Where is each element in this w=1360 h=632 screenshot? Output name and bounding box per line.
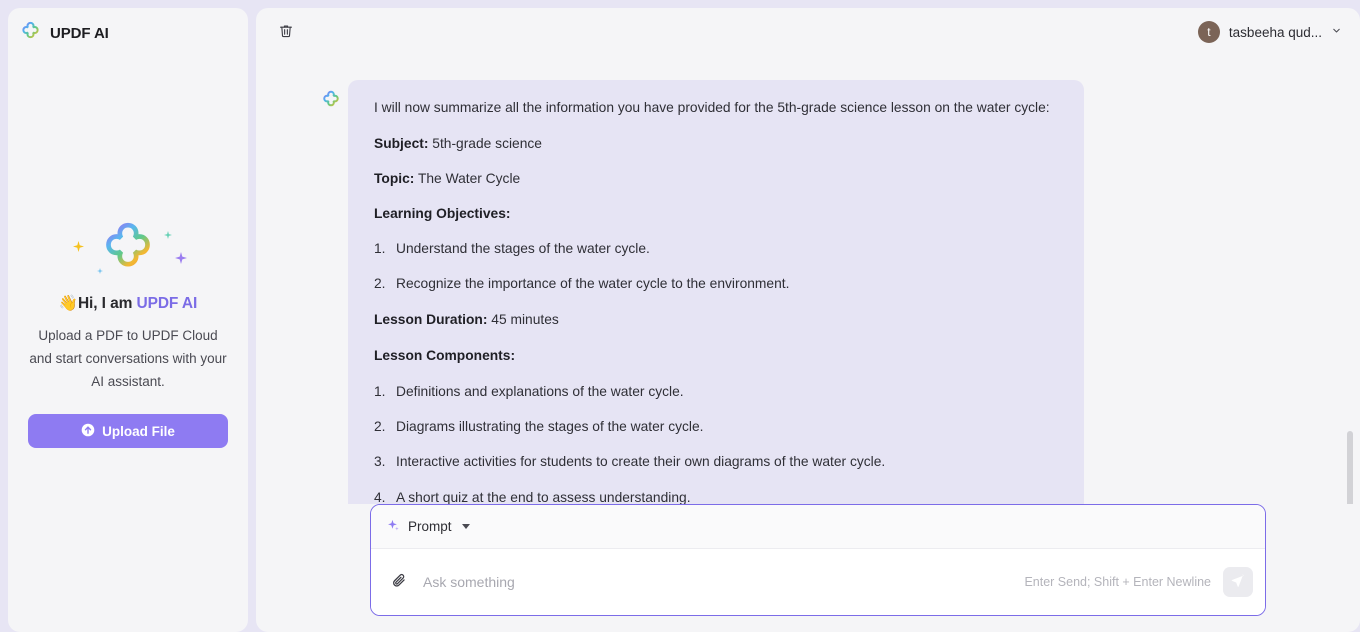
list-item: 1. Definitions and explanations of the w… bbox=[374, 382, 1058, 401]
updf-clover-logo-icon bbox=[21, 21, 40, 45]
objectives-label: Learning Objectives: bbox=[374, 206, 511, 221]
attach-file-button[interactable] bbox=[387, 570, 411, 594]
list-item-number: 2. bbox=[374, 418, 386, 434]
list-item-number: 1. bbox=[374, 383, 386, 399]
sparkle-icon bbox=[175, 251, 187, 269]
objectives-heading: Learning Objectives: bbox=[374, 204, 1058, 223]
list-item: 3. Interactive activities for students t… bbox=[374, 452, 1058, 471]
list-item-number: 4. bbox=[374, 489, 386, 504]
topic-label: Topic: bbox=[374, 171, 415, 186]
updf-clover-logo-icon bbox=[322, 90, 340, 113]
subject-line: Subject: 5th-grade science bbox=[374, 134, 1058, 153]
sidebar-description: Upload a PDF to UPDF Cloud and start con… bbox=[29, 328, 227, 389]
scrollbar-thumb[interactable] bbox=[1347, 431, 1353, 504]
composer-input-row: Enter Send; Shift + Enter Newline bbox=[371, 549, 1265, 615]
duration-value: 45 minutes bbox=[487, 311, 559, 327]
chevron-down-icon bbox=[461, 524, 470, 529]
topic-value: The Water Cycle bbox=[414, 171, 521, 186]
list-item-text: Interactive activities for students to c… bbox=[396, 454, 886, 470]
paperclip-icon bbox=[391, 572, 408, 592]
composer-area: Prompt Enter Send; Shift + Enter Newline bbox=[256, 504, 1360, 632]
greeting: 👋Hi, I am UPDF AI bbox=[22, 294, 234, 313]
list-item-number: 1. bbox=[374, 241, 386, 256]
message-intro: I will now summarize all the information… bbox=[374, 100, 1050, 115]
conversation-scroll-area[interactable]: I will now summarize all the information… bbox=[256, 56, 1360, 504]
list-item: 2. Recognize the importance of the water… bbox=[374, 274, 1058, 293]
list-item: 2. Diagrams illustrating the stages of t… bbox=[374, 417, 1058, 436]
updf-clover-logo-large-icon bbox=[102, 220, 154, 277]
assistant-message: I will now summarize all the information… bbox=[256, 80, 1084, 504]
user-menu-button[interactable]: t tasbeeha qud... bbox=[1196, 19, 1346, 45]
upload-file-label: Upload File bbox=[102, 423, 175, 439]
wave-emoji-icon: 👋 bbox=[58, 295, 78, 312]
brand-title: UPDF AI bbox=[50, 24, 109, 42]
brand: UPDF AI bbox=[8, 8, 248, 45]
hero-logo-group bbox=[63, 220, 193, 282]
lesson-components-list: 1. Definitions and explanations of the w… bbox=[374, 382, 1058, 504]
composer: Prompt Enter Send; Shift + Enter Newline bbox=[370, 504, 1266, 616]
send-paper-plane-icon bbox=[1230, 573, 1246, 592]
upload-file-button[interactable]: Upload File bbox=[28, 414, 228, 448]
greeting-brand: UPDF AI bbox=[136, 295, 198, 312]
avatar: t bbox=[1197, 21, 1220, 43]
sidebar-empty-state: 👋Hi, I am UPDF AI Upload a PDF to UPDF C… bbox=[8, 220, 248, 393]
duration-label: Lesson Duration: bbox=[374, 311, 488, 327]
lesson-meta: Subject: 5th-grade science Topic: The Wa… bbox=[374, 134, 1058, 223]
top-bar: t tasbeeha qud... bbox=[256, 8, 1360, 56]
list-item-text: Recognize the importance of the water cy… bbox=[396, 276, 790, 292]
list-item-number: 3. bbox=[374, 454, 386, 470]
main-panel: t tasbeeha qud... I will now summarize a… bbox=[256, 8, 1360, 632]
composer-hint: Enter Send; Shift + Enter Newline bbox=[1024, 575, 1211, 589]
conversation-content: I will now summarize all the information… bbox=[256, 56, 1338, 504]
prompt-mode-label: Prompt bbox=[408, 519, 452, 534]
list-item-text: Understand the stages of the water cycle… bbox=[396, 241, 650, 256]
composer-toolbar: Prompt bbox=[371, 505, 1265, 549]
greeting-prefix: Hi, I am bbox=[77, 295, 137, 312]
sidebar: UPDF AI 👋Hi, I am UPDF AI Upload a PDF t… bbox=[8, 8, 248, 632]
list-item-text: Diagrams illustrating the stages of the … bbox=[396, 418, 704, 434]
list-item-text: Definitions and explanations of the wate… bbox=[396, 383, 684, 399]
sparkle-icon bbox=[73, 239, 84, 257]
topic-line: Topic: The Water Cycle bbox=[374, 169, 1058, 188]
list-item-text: A short quiz at the end to assess unders… bbox=[396, 489, 691, 504]
trash-icon bbox=[278, 23, 294, 42]
user-name: tasbeeha qud... bbox=[1228, 24, 1322, 40]
list-item: 1. Understand the stages of the water cy… bbox=[374, 239, 1058, 258]
components-heading: Lesson Components: bbox=[374, 346, 1058, 366]
app-root: UPDF AI 👋Hi, I am UPDF AI Upload a PDF t… bbox=[0, 0, 1360, 632]
send-button[interactable] bbox=[1223, 567, 1253, 597]
sparkle-icon bbox=[387, 519, 400, 535]
sparkle-icon bbox=[164, 226, 172, 244]
subject-value: 5th-grade science bbox=[428, 136, 542, 151]
upload-circle-arrow-icon bbox=[81, 423, 95, 440]
ask-input[interactable] bbox=[423, 567, 1013, 597]
assistant-message-bubble: I will now summarize all the information… bbox=[348, 80, 1084, 504]
list-item-number: 2. bbox=[374, 276, 386, 292]
list-item: 4. A short quiz at the end to assess und… bbox=[374, 488, 1058, 504]
duration-line: Lesson Duration: 45 minutes bbox=[374, 310, 1058, 330]
components-label: Lesson Components: bbox=[374, 347, 516, 363]
prompt-mode-selector[interactable]: Prompt bbox=[387, 519, 470, 535]
subject-label: Subject: bbox=[374, 136, 429, 151]
learning-objectives-list: 1. Understand the stages of the water cy… bbox=[374, 239, 1058, 294]
chevron-down-icon bbox=[1331, 23, 1342, 41]
conversation-scrollbar[interactable] bbox=[1346, 104, 1354, 504]
delete-conversation-button[interactable] bbox=[272, 18, 300, 46]
